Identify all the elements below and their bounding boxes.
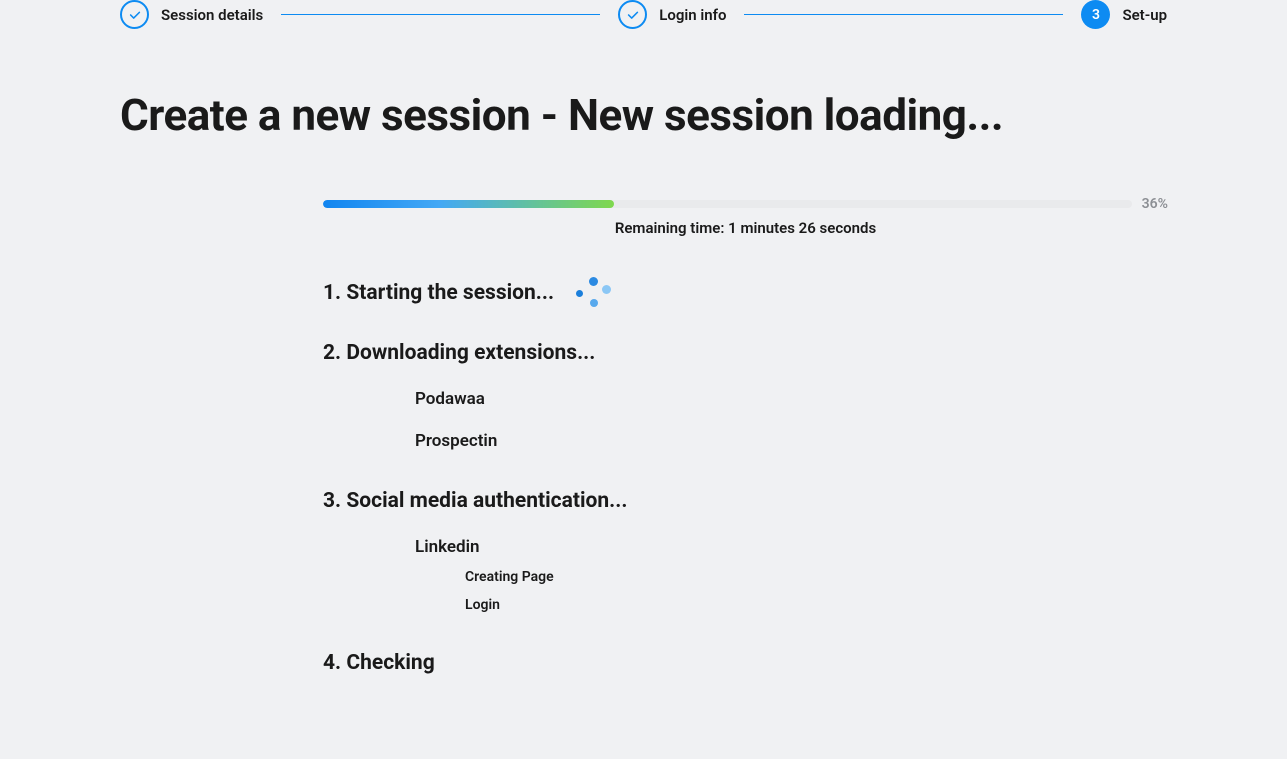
progress-bar-row: 36% (323, 196, 1168, 212)
step-connector (744, 14, 1063, 16)
extension-item: Podawaa (415, 389, 1168, 409)
setup-content: 36% Remaining time: 1 minutes 26 seconds… (323, 196, 1168, 675)
progress-percent: 36% (1142, 196, 1168, 212)
auth-step: Creating Page (465, 569, 1168, 585)
task-title: 4. Checking (323, 651, 435, 675)
social-auth-list: Linkedin Creating Page Login (415, 537, 1168, 613)
step-active-icon: 3 (1081, 0, 1110, 29)
social-network-item: Linkedin Creating Page Login (415, 537, 1168, 613)
check-icon (626, 8, 640, 22)
task-downloading-extensions: 2. Downloading extensions... (323, 341, 1168, 365)
step-session-details[interactable]: Session details (120, 0, 263, 29)
step-number: 3 (1092, 7, 1100, 23)
step-set-up[interactable]: 3 Set-up (1081, 0, 1167, 29)
wizard-stepper: Session details Login info 3 Set-up (120, 0, 1167, 29)
task-checking: 4. Checking (323, 651, 1168, 675)
social-network-label: Linkedin (415, 537, 480, 557)
step-done-icon (618, 0, 647, 29)
check-icon (128, 8, 142, 22)
remaining-time-label: Remaining time: 1 minutes 26 seconds (323, 219, 1168, 237)
extensions-list: Podawaa Prospectin (415, 389, 1168, 451)
loading-spinner-icon (576, 275, 612, 311)
task-social-auth: 3. Social media authentication... (323, 489, 1168, 513)
page-title: Create a new session - New session loadi… (120, 89, 1167, 141)
step-label: Set-up (1122, 6, 1167, 24)
extension-item: Prospectin (415, 431, 1168, 451)
auth-step: Login (465, 597, 1168, 613)
step-label: Session details (161, 6, 263, 24)
task-title: 1. Starting the session... (323, 281, 554, 305)
task-starting-session: 1. Starting the session... (323, 275, 1168, 311)
step-done-icon (120, 0, 149, 29)
step-label: Login info (659, 6, 726, 24)
step-connector (281, 14, 600, 16)
progress-track (323, 200, 1132, 208)
social-network-steps: Creating Page Login (465, 569, 1168, 613)
task-title: 2. Downloading extensions... (323, 341, 595, 365)
progress-fill (323, 200, 614, 208)
step-login-info[interactable]: Login info (618, 0, 726, 29)
task-title: 3. Social media authentication... (323, 489, 627, 513)
